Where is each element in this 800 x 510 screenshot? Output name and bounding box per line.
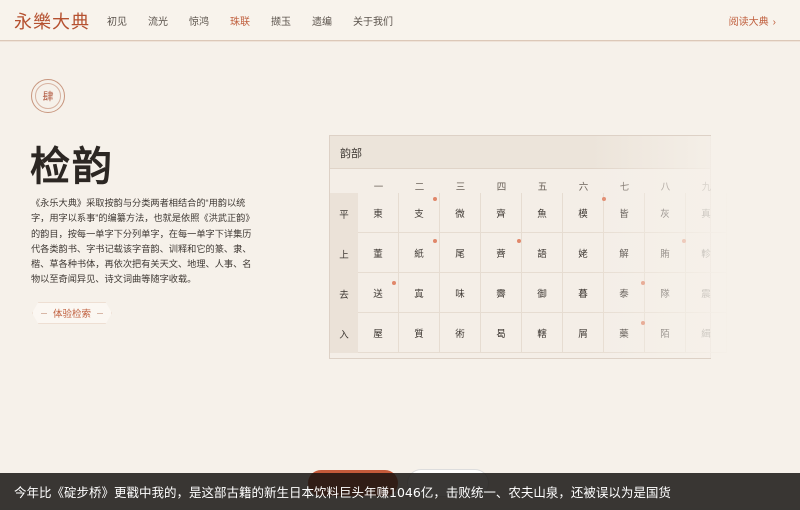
tone-label: 入 [339, 330, 349, 341]
rhyme-cell[interactable]: 軫 [686, 233, 727, 273]
column-header: 六 [578, 182, 589, 193]
rhyme-cell[interactable]: 微 [440, 193, 481, 233]
column-header: 二 [414, 182, 425, 193]
rhyme-cell[interactable]: 屋 [358, 313, 399, 353]
marker-dot [641, 281, 645, 285]
read-dadian-link[interactable]: 阅读大典 › [729, 13, 776, 28]
rhyme-cell[interactable]: 賄 [645, 233, 686, 273]
try-search-label: 体验检索 [52, 309, 91, 320]
site-logo[interactable]: 永樂大典 [14, 8, 90, 34]
rhyme-table: 韵部 一二三四五六七八九平東支微齊魚模皆灰真上董紙尾薺語姥解賄軫去送寘味霽御暮泰… [329, 135, 730, 359]
rhyme-cell[interactable]: 暮 [563, 273, 604, 313]
try-search-button[interactable]: 体验检索 [32, 302, 112, 324]
column-header: 八 [660, 182, 671, 193]
rhyme-cell[interactable]: 真 [686, 193, 727, 233]
rhyme-cell[interactable]: 隊 [645, 273, 686, 313]
marker-dot [641, 321, 645, 325]
read-dadian-label: 阅读大典 [728, 17, 769, 28]
dash-decor-right [97, 312, 103, 314]
section-seal-icon: 肆 [31, 79, 65, 113]
rhyme-cell[interactable]: 送 [358, 273, 399, 313]
rhyme-cell[interactable]: 模 [563, 193, 604, 233]
marker-dot [602, 197, 606, 201]
rhyme-cell[interactable]: 曷 [481, 313, 522, 353]
rhyme-cell[interactable]: 解 [604, 233, 645, 273]
rhyme-cell[interactable]: 震 [686, 273, 727, 313]
nav-item-xieyu[interactable]: 撷玉 [271, 13, 291, 28]
rhyme-cell[interactable]: 薺 [481, 233, 522, 273]
section-description: 《永乐大典》采取按韵与分类两者相结合的“用韵以统字，用字以系事”的编纂方法，也就… [31, 198, 252, 285]
rhyme-cell[interactable]: 魚 [522, 193, 563, 233]
section-title: 检韵 [30, 143, 114, 190]
rhyme-cell[interactable]: 術 [440, 313, 481, 353]
rhyme-cell[interactable]: 董 [358, 233, 399, 273]
rhyme-cell[interactable]: 御 [522, 273, 563, 313]
column-header: 一 [373, 182, 384, 193]
seal-char: 肆 [35, 83, 61, 109]
video-caption: 今年比《碇步桥》更戳中我的，是这部古籍的新生日本饮料巨头年赚1046亿，击败统一… [0, 473, 800, 510]
nav-item-zhulian[interactable]: 珠联 [230, 13, 250, 28]
rhyme-cell[interactable]: 屑 [563, 313, 604, 353]
rhyme-cell[interactable]: 語 [522, 233, 563, 273]
tone-label: 上 [339, 250, 349, 261]
rhyme-cell[interactable]: 霽 [481, 273, 522, 313]
rhyme-cell[interactable]: 尾 [440, 233, 481, 273]
column-header: 三 [455, 182, 466, 193]
main-nav: 初见 流光 惊鸿 珠联 撷玉 遗编 关于我们 [107, 0, 414, 40]
nav-item-about[interactable]: 关于我们 [353, 13, 393, 28]
rhyme-cell[interactable]: 轄 [522, 313, 563, 353]
marker-dot [517, 239, 521, 243]
nav-item-yibian[interactable]: 遗编 [312, 13, 332, 28]
rhyme-table-title: 韵部 [340, 147, 362, 160]
rhyme-cell[interactable]: 皆 [604, 193, 645, 233]
marker-dot [433, 239, 437, 243]
rhyme-cell[interactable]: 質 [399, 313, 440, 353]
rhyme-cell[interactable]: 灰 [645, 193, 686, 233]
nav-item-chujian[interactable]: 初见 [107, 13, 127, 28]
rhyme-cell[interactable]: 寘 [399, 273, 440, 313]
column-header: 九 [701, 182, 712, 193]
rhyme-cell[interactable]: 緝 [686, 313, 727, 353]
chevron-right-icon: › [772, 17, 776, 28]
dash-decor-left [40, 312, 47, 314]
column-header: 五 [537, 182, 548, 193]
tone-label: 去 [339, 290, 349, 301]
column-header: 七 [619, 182, 630, 193]
rhyme-table-header: 韵部 [330, 136, 710, 169]
tone-label: 平 [339, 210, 349, 221]
rhyme-cell[interactable]: 陌 [645, 313, 686, 353]
rhyme-cell[interactable]: 齊 [481, 193, 522, 233]
rhyme-cell[interactable]: 味 [440, 273, 481, 313]
marker-dot [682, 239, 686, 243]
column-header: 四 [496, 182, 507, 193]
marker-dot [392, 281, 396, 285]
marker-dot [433, 197, 437, 201]
top-navigation-bar: 永樂大典 初见 流光 惊鸿 珠联 撷玉 遗编 关于我们 阅读大典 › [0, 0, 800, 41]
nav-item-jinghong[interactable]: 惊鸿 [189, 13, 209, 28]
rhyme-cell[interactable]: 東 [358, 193, 399, 233]
nav-item-liuguang[interactable]: 流光 [148, 13, 168, 28]
rhyme-cell[interactable]: 姥 [563, 233, 604, 273]
rhyme-cell[interactable]: 藥 [604, 313, 645, 353]
rhyme-cell[interactable]: 泰 [604, 273, 645, 313]
